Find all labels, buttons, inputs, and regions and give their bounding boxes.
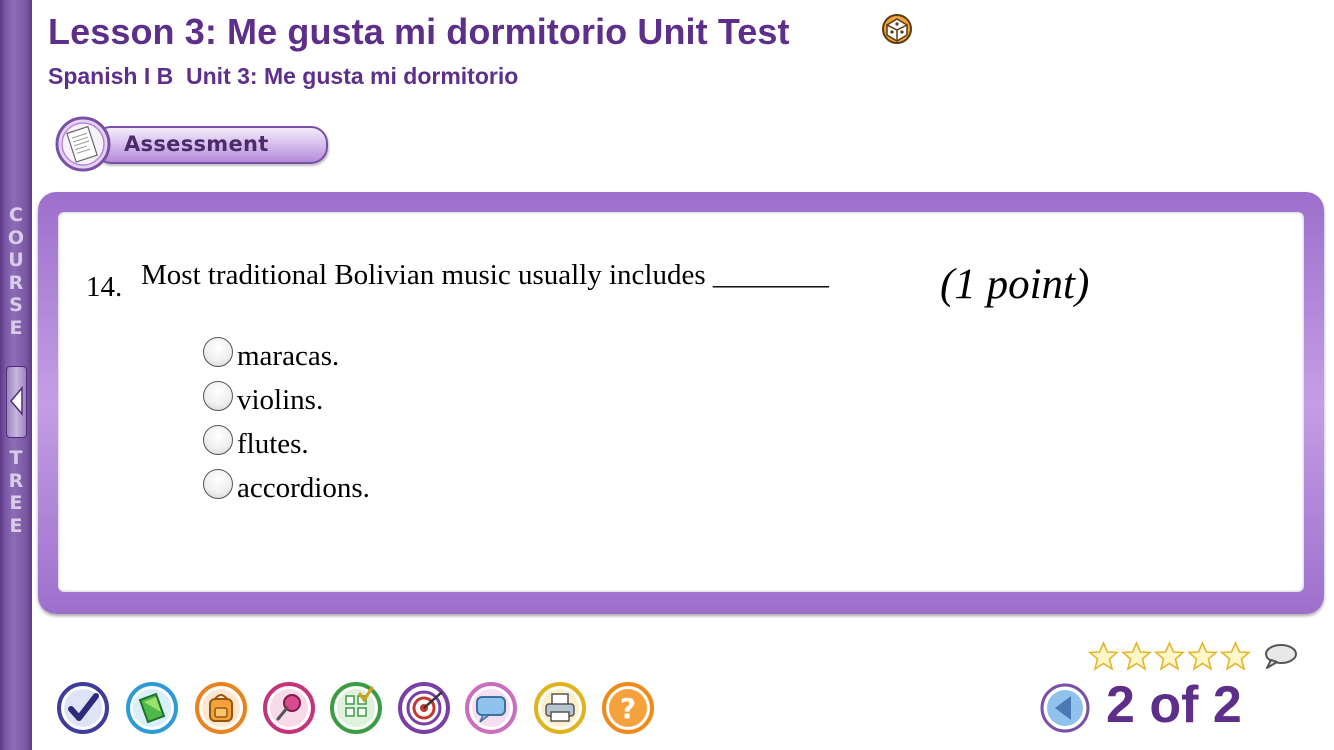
star-icon[interactable] [1219, 641, 1252, 671]
star-icon[interactable] [1153, 641, 1186, 671]
assessment-label: Assessment [124, 132, 269, 156]
printer-icon [534, 682, 586, 734]
target-icon [398, 682, 450, 734]
radio-button[interactable] [203, 337, 233, 367]
book-icon [126, 682, 178, 734]
star-rating [1087, 641, 1252, 671]
answer-option[interactable]: maracas. [203, 334, 340, 372]
checkmark-button[interactable] [57, 682, 109, 734]
answer-label: violins. [237, 383, 324, 416]
pushpin-icon [263, 682, 315, 734]
previous-page-button[interactable] [1040, 683, 1090, 733]
radio-button[interactable] [203, 381, 233, 411]
page-counter: 2 of 2 [1106, 676, 1242, 734]
course-subtitle: Spanish I B Unit 3: Me gusta mi dormitor… [48, 63, 519, 89]
checkmark-icon [57, 682, 109, 734]
svg-text:?: ? [620, 692, 636, 725]
course-tree-sidebar: COURSE TREE [0, 0, 32, 750]
collapse-arrow-icon [10, 386, 23, 416]
question-text: Most traditional Bolivian music usually … [141, 259, 829, 291]
question-points: (1 point) [940, 261, 1090, 308]
assessment-tab: Assessment [54, 113, 329, 175]
left-arrow-icon [1040, 683, 1090, 733]
answer-label: maracas. [237, 339, 340, 372]
chat-button[interactable] [465, 682, 517, 734]
answer-label: accordions. [237, 471, 370, 504]
document-icon [55, 116, 111, 172]
dice-icon[interactable] [879, 13, 915, 47]
star-icon[interactable] [1120, 641, 1153, 671]
radio-button[interactable] [203, 425, 233, 455]
star-icon[interactable] [1186, 641, 1219, 671]
target-button[interactable] [398, 682, 450, 734]
checklist-button[interactable] [330, 682, 382, 734]
question-number: 14. [86, 271, 123, 303]
speech-bubble-icon[interactable] [1262, 643, 1298, 671]
course-tree-toggle[interactable] [6, 366, 27, 438]
course-tree-letters: TREE [8, 447, 24, 537]
course-tree-label-top: COURSE [0, 204, 32, 340]
answer-option[interactable]: violins. [203, 378, 324, 416]
radio-button[interactable] [203, 469, 233, 499]
star-icon[interactable] [1087, 641, 1120, 671]
checklist-icon [330, 682, 382, 734]
answer-label: flutes. [237, 427, 309, 460]
pushpin-button[interactable] [263, 682, 315, 734]
speech-bubble-icon [465, 682, 517, 734]
help-button[interactable]: ? [602, 682, 654, 734]
backpack-button[interactable] [195, 682, 247, 734]
backpack-icon [195, 682, 247, 734]
print-button[interactable] [534, 682, 586, 734]
course-tree-letters: COURSE [7, 204, 25, 339]
help-icon: ? [602, 682, 654, 734]
book-button[interactable] [126, 682, 178, 734]
page-title: Lesson 3: Me gusta mi dormitorio Unit Te… [48, 11, 790, 52]
answer-option[interactable]: flutes. [203, 422, 309, 460]
course-tree-label-bottom: TREE [0, 447, 32, 537]
answer-option[interactable]: accordions. [203, 466, 370, 504]
